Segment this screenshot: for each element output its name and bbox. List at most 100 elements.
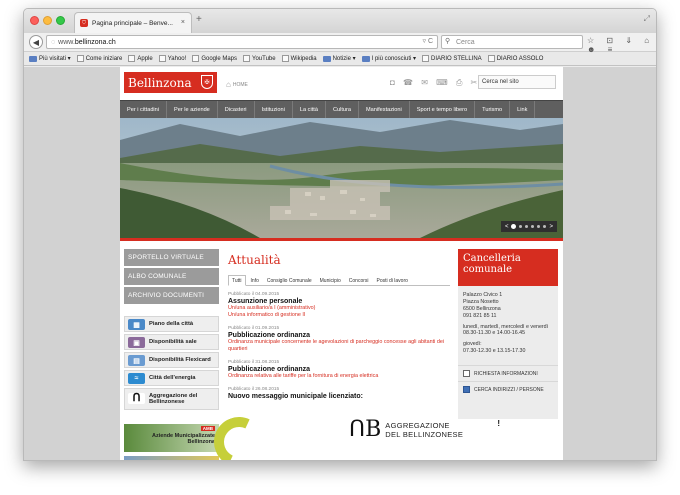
news-item[interactable]: Pubblicato il 31.08.2015 Pubblicazione or… xyxy=(228,360,450,380)
new-tab-button[interactable]: + xyxy=(196,14,202,25)
news-description[interactable]: Un/una informatico di gestione II xyxy=(228,312,450,319)
menu-item[interactable]: Manifestazioni xyxy=(359,100,410,119)
sportello-virtuale-button[interactable]: SPORTELLO VIRTUALE xyxy=(124,249,219,266)
menu-item[interactable]: Sport e tempo libero xyxy=(410,100,476,119)
slider-dot[interactable] xyxy=(525,225,529,228)
bookmark-label: Apple xyxy=(137,55,153,62)
aggregazione-mark: ᑎB xyxy=(349,417,382,442)
menu-item[interactable]: Per i cittadini xyxy=(120,100,168,119)
document-icon xyxy=(463,370,470,377)
amb-banner[interactable]: AMB Aziende Municipalizzate Bellinzona xyxy=(124,424,219,452)
slider-dot[interactable] xyxy=(519,225,523,228)
archivio-documenti-button[interactable]: ARCHIVIO DOCUMENTI xyxy=(124,287,219,304)
bookmark-item[interactable]: YouTube xyxy=(243,55,276,62)
news-item[interactable]: Pubblicato il 04.09.2015 Assunzione perso… xyxy=(228,292,450,319)
piano-citta-link[interactable]: ▦ Piano della città xyxy=(124,316,219,332)
slider-dot[interactable] xyxy=(531,225,535,228)
address-line: Palazzo Civico 1 xyxy=(463,292,503,298)
news-tab[interactable]: Tutti xyxy=(228,275,246,286)
quick-link-label: Disponibilità sale xyxy=(149,339,197,345)
back-button[interactable]: ◀ xyxy=(29,35,43,49)
citta-energia-link[interactable]: ≈ Città dell'energia xyxy=(124,370,219,386)
richiesta-informazioni-link[interactable]: RICHIESTA INFORMAZIONI xyxy=(458,365,558,381)
menu-item[interactable]: Istituzioni xyxy=(255,100,293,119)
disponibilita-sale-link[interactable]: ▣ Disponibilità sale xyxy=(124,334,219,350)
tab-title: Pagina principale – Benve... xyxy=(92,19,173,27)
bookmark-item[interactable]: Come iniziare xyxy=(76,55,122,62)
tab-close-icon[interactable]: × xyxy=(181,19,185,26)
menu-item[interactable]: La città xyxy=(293,100,326,119)
bookmark-item[interactable]: I più conosciuti ▾ xyxy=(361,55,416,62)
flexicard-link[interactable]: ▤ Disponibilità Flexicard xyxy=(124,352,219,368)
menu-item[interactable]: Turismo xyxy=(475,100,511,119)
slider-prev-button[interactable]: < xyxy=(505,224,509,230)
aggregazione-link[interactable]: ᑎ Aggregazione del Bellinzonese xyxy=(124,388,219,410)
site-header: Bellinzona ✠ ⌂ HOME ◘ ☎ ✉ ⌨ ⎙ ✂ ⁂ Cerca … xyxy=(120,67,563,100)
bookmark-label: DIARIO STELLINA xyxy=(431,55,482,62)
bookmark-label: DIARIO ASSOLO xyxy=(496,55,544,62)
reload-icon[interactable]: ▿ C xyxy=(422,37,433,45)
browser-search-input[interactable]: ⚲ Cerca xyxy=(441,35,583,49)
maximize-window-button[interactable] xyxy=(56,16,65,25)
news-tab[interactable]: Municipio xyxy=(317,275,344,286)
bookmark-item[interactable]: Google Maps xyxy=(192,55,237,62)
menu-item[interactable]: Link xyxy=(510,100,536,119)
news-headline[interactable]: Pubblicazione ordinanza xyxy=(228,366,450,373)
close-window-button[interactable] xyxy=(30,16,39,25)
hours-days: lunedì, martedì, mercoledì e venerdì xyxy=(463,323,549,330)
news-tab[interactable]: Concorsi xyxy=(346,275,372,286)
slider-controls[interactable]: < > xyxy=(500,221,557,232)
browser-tab[interactable]: ⛉ Pagina principale – Benve... × xyxy=(74,12,192,33)
bookmark-label: Wikipedia xyxy=(290,55,317,62)
quick-link-label: Aggregazione del Bellinzonese xyxy=(149,392,198,405)
bookmark-item[interactable]: Yahoo! xyxy=(158,55,186,62)
albo-comunale-button[interactable]: ALBO COMUNALE xyxy=(124,268,219,285)
news-headline[interactable]: Assunzione personale xyxy=(228,298,450,305)
news-item[interactable]: Pubblicato il 01.09.2015 Pubblicazione or… xyxy=(228,326,450,353)
bookmark-item[interactable]: Più visitati ▾ xyxy=(29,55,71,62)
news-item[interactable]: Pubblicato il 26.08.2015 Nuovo messaggio … xyxy=(228,387,450,400)
news-title: Attualità xyxy=(228,253,281,267)
slider-dot[interactable] xyxy=(543,225,547,228)
news-description[interactable]: Un/una ausiliario/a I (amministrativo) xyxy=(228,305,450,312)
home-link[interactable]: ⌂ HOME xyxy=(226,80,248,89)
decorative-arc xyxy=(206,409,272,460)
url-bar[interactable]: ◌ www. bellinzona.ch ▿ C xyxy=(46,35,438,49)
fullscreen-icon[interactable]: ⤢ xyxy=(644,14,650,24)
bookmark-item[interactable]: Wikipedia xyxy=(281,55,317,62)
aggregazione-banner[interactable]: ᑎB AGGREGAZIONE DEL BELLINZONESE ! xyxy=(206,409,504,460)
site-search-input[interactable]: Cerca nel sito xyxy=(478,75,556,89)
news-tab[interactable]: Posti di lavoro xyxy=(374,275,411,286)
bookmark-item[interactable]: DIARIO STELLINA xyxy=(422,55,482,62)
news-description[interactable]: Ordinanza relativa alle tariffe per la f… xyxy=(228,373,450,380)
bookmark-item[interactable]: Apple xyxy=(128,55,153,62)
toolbar-icons[interactable]: ☆ ⊡ ⇓ ⌂ ☻ ≡ xyxy=(587,36,656,54)
right-sidebar: Cancelleria comunale Palazzo Civico 1 Pi… xyxy=(458,249,558,419)
folder-icon xyxy=(361,55,370,62)
page-icon xyxy=(158,55,166,62)
browser-window: ⛉ Pagina principale – Benve... × + ⤢ ◀ ◌… xyxy=(23,8,657,461)
bookmark-item[interactable]: DIARIO ASSOLO xyxy=(487,55,544,62)
news-tab[interactable]: Consiglio Comunale xyxy=(264,275,315,286)
cerca-indirizzi-link[interactable]: CERCA INDIRIZZI / PERSONE xyxy=(458,381,558,397)
menu-item[interactable]: Cultura xyxy=(326,100,359,119)
navigation-bar: ◀ ◌ www. bellinzona.ch ▿ C ⚲ Cerca ☆ ⊡ ⇓… xyxy=(24,33,656,54)
bookmark-label: Google Maps xyxy=(201,55,237,62)
aerial-city-image xyxy=(120,118,563,238)
bookmark-item[interactable]: Notizie ▾ xyxy=(322,55,356,62)
slider-next-button[interactable]: > xyxy=(549,224,553,230)
news-headline[interactable]: Pubblicazione ordinanza xyxy=(228,332,450,339)
menu-item[interactable]: Dicasteri xyxy=(218,100,255,119)
site-logo[interactable]: Bellinzona ✠ xyxy=(124,72,217,93)
news-description[interactable]: Ordinanza municipale concernente le agev… xyxy=(228,339,450,353)
minimize-window-button[interactable] xyxy=(43,16,52,25)
slider-dot[interactable] xyxy=(537,225,541,228)
news-headline[interactable]: Nuovo messaggio municipale licenziato: xyxy=(228,393,450,400)
hours-days: giovedì: xyxy=(463,341,482,348)
hero-slider[interactable]: < > xyxy=(120,118,563,238)
secondary-banner[interactable] xyxy=(124,456,219,460)
news-tab[interactable]: Info xyxy=(248,275,262,286)
page-icon xyxy=(76,55,84,62)
menu-item[interactable]: Per le aziende xyxy=(167,100,218,119)
slider-dot[interactable] xyxy=(511,224,517,229)
